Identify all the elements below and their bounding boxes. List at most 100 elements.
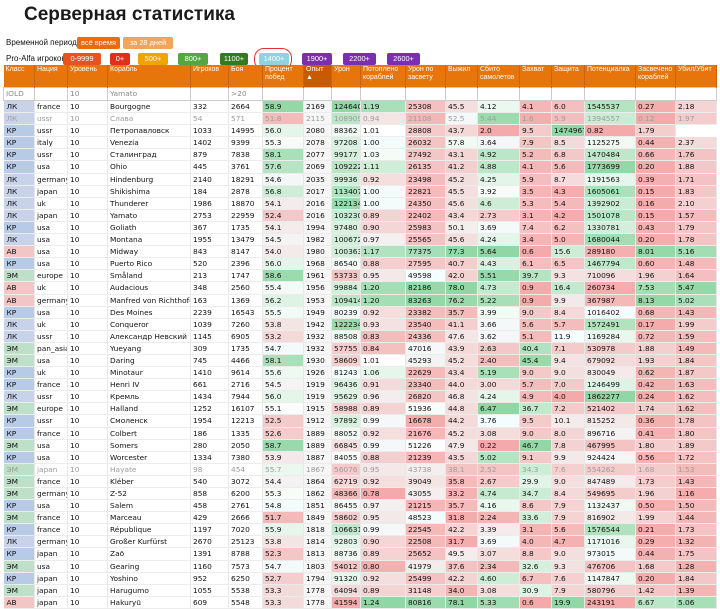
table-row[interactable]: КР france 10 République 1197 7020 55.9 1818 1066… xyxy=(3,523,717,537)
table-row[interactable]: ЭМ usa 10 Somers 280 2050 58.7 1889 66845 0.99 512… xyxy=(3,439,717,452)
table-row[interactable]: КР japan 10 Zaō 1391 8788 52.3 1813 88736 0.89 256… xyxy=(3,547,717,561)
table-row[interactable]: КР japan 10 Yoshino 952 6250 52.7 1794 91320 0.92… xyxy=(3,572,717,585)
table-row[interactable]: ЛК usa 10 Montana 1955 13479 54.5 1982 100672 0.9… xyxy=(3,233,717,247)
column-header[interactable]: Потоплено кораблей xyxy=(360,65,406,88)
period-all-time-button[interactable]: всё время xyxy=(77,37,120,49)
table-cell: 2080 xyxy=(303,124,332,138)
table-row[interactable]: АВ japan 10 Hakuryū 609 5548 53.3 1778 41594 1.24… xyxy=(3,596,717,609)
table-row[interactable]: ЛК ussr 10 Слава 54 571 51.8 2115 108909 0.94 2110… xyxy=(3,112,717,126)
table-row[interactable]: КР uk 10 Minotaur 1410 9614 55.6 1926 81243 1.06 2… xyxy=(3,366,717,380)
column-header[interactable]: Опыт ▲ xyxy=(303,65,332,88)
table-row[interactable]: ЛК ussr 10 Кремль 1434 7944 56.0 1919 95629 0.96 2… xyxy=(3,390,717,404)
table-cell: 52.7 xyxy=(262,572,304,585)
table-row[interactable]: КР usa 10 Goliath 367 1735 54.1 1994 97480 0.90 25… xyxy=(3,221,717,235)
table-row[interactable]: ЭМ usa 10 Gearing 1160 7573 54.7 1803 54012 0.80 4… xyxy=(3,560,717,573)
table-row[interactable]: ЛК france 10 Bourgogne 332 2664 58.9 2169 124640… xyxy=(3,100,717,114)
column-filter-input[interactable] xyxy=(331,87,361,101)
table-row[interactable]: КР ussr 10 Сталинград 879 7838 58.1 2077 99177 1.… xyxy=(3,148,717,162)
table-row[interactable]: ЛК germany 10 Hindenburg 2140 18291 54.6 2035 99… xyxy=(3,173,717,186)
pr-filter-1100-button[interactable]: 1100+ xyxy=(220,53,248,65)
table-row[interactable]: ЛК uk 10 Conqueror 1039 7260 53.8 1942 122234 0.9… xyxy=(3,318,717,331)
table-row[interactable]: КР ussr 10 Смоленск 1954 12213 52.5 1912 97892 0.… xyxy=(3,414,717,428)
table-row[interactable]: КР france 10 Henri IV 661 2716 54.5 1919 96436 0.… xyxy=(3,378,717,392)
table-row[interactable]: КР france 10 Colbert 186 1335 52.6 1889 88052 0.9… xyxy=(3,427,717,440)
table-row[interactable]: ЛК germany 10 Großer Kurfürst 2670 25123 53.8 1… xyxy=(3,535,717,549)
table-cell: КР xyxy=(3,306,35,319)
table-row[interactable]: КР ussr 10 Петропавловск 1033 14995 56.0 2080 88… xyxy=(3,124,717,138)
table-row[interactable]: КР italy 10 Venezia 1402 9399 55.3 2078 97208 1.0… xyxy=(3,136,717,150)
table-row[interactable]: ЛК japan 10 Shikishima 184 2878 56.8 2017 113407… xyxy=(3,185,717,198)
column-filter-input[interactable] xyxy=(303,87,332,101)
table-row[interactable]: АВ uk 10 Audacious 348 2560 55.4 1956 99884 1.20 8… xyxy=(3,281,717,295)
column-filter-input[interactable]: IOLD xyxy=(3,87,35,101)
column-header[interactable]: Захват xyxy=(519,65,552,88)
pr-filter-1900-button[interactable]: 1900+ xyxy=(302,53,332,65)
table-row[interactable]: ЭМ europe 10 Småland 213 1747 58.6 1961 53733 0.9… xyxy=(3,269,717,283)
column-filter-input[interactable] xyxy=(584,87,636,101)
table-row[interactable]: ЛК ussr 10 Александр Невский 1145 6905 53.2 193… xyxy=(3,330,717,343)
pr-filter-800-button[interactable]: 800+ xyxy=(178,53,208,65)
column-header[interactable]: Убил/Убит xyxy=(675,65,717,88)
table-row[interactable]: ЭМ pan_asia 10 Yueyang 309 1735 54.7 1932 57755 0… xyxy=(3,342,717,355)
table-row[interactable]: ЭМ usa 10 Daring 745 4466 58.1 1930 58609 1.01 452… xyxy=(3,354,717,368)
table-row[interactable]: КР usa 10 Ohio 445 3761 57.6 2069 109222 1.11 2613… xyxy=(3,160,717,174)
table-row[interactable]: АВ germany 10 Manfred von Richthofen 163 1369… xyxy=(3,294,717,307)
table-row[interactable]: КР usa 10 Worcester 1334 7380 53.9 1887 84055 0.8… xyxy=(3,451,717,464)
table-row[interactable]: ЛК japan 10 Yamato 2753 22959 52.4 2016 103230 0.… xyxy=(3,209,717,222)
column-filter-input[interactable]: >20 xyxy=(228,87,263,101)
table-row[interactable]: КР usa 10 Puerto Rico 520 2396 56.0 1968 86540 0.… xyxy=(3,257,717,271)
column-filter-input[interactable] xyxy=(635,87,676,101)
table-cell: 64094 xyxy=(331,584,361,597)
column-header[interactable]: Сбито самолетов xyxy=(477,65,520,88)
column-header[interactable]: Корабль xyxy=(107,65,191,88)
column-header[interactable]: Класс xyxy=(3,65,35,88)
table-row[interactable]: АВ usa 10 Midway 843 8147 54.0 1980 100363 1.17 77… xyxy=(3,245,717,259)
column-header[interactable]: Урон xyxy=(331,65,361,88)
table-row[interactable]: ЭМ japan 10 Hayate 98 454 55.7 1867 56076 0.95 437… xyxy=(3,463,717,476)
table-cell: КР xyxy=(3,378,35,392)
table-cell: 4.24 xyxy=(477,233,520,247)
pr-filter-2600-button[interactable]: 2600+ xyxy=(387,53,420,65)
column-filter-input[interactable]: Yamato xyxy=(107,87,191,101)
column-header[interactable]: Засвечено кораблей xyxy=(635,65,676,88)
column-filter-input[interactable]: 10 xyxy=(67,87,108,101)
column-filter-input[interactable] xyxy=(445,87,478,101)
pr-filter-0-9999-button[interactable]: 0-9999 xyxy=(63,53,101,65)
table-row[interactable]: ЭМ japan 10 Harugumo 1055 5538 53.3 1778 64094 0.… xyxy=(3,584,717,597)
table-cell: 26135 xyxy=(405,160,446,174)
column-header[interactable]: Боя xyxy=(228,65,263,88)
column-filter-input[interactable] xyxy=(190,87,229,101)
column-filter-input[interactable] xyxy=(34,87,68,101)
table-cell: 9.9 xyxy=(551,294,585,307)
column-header[interactable]: Игроков xyxy=(190,65,229,88)
column-filter-input[interactable] xyxy=(262,87,304,101)
column-header[interactable]: Урон по засвету xyxy=(405,65,446,88)
column-filter-input[interactable] xyxy=(675,87,717,101)
column-header[interactable]: Уровень xyxy=(67,65,108,88)
column-filter-input[interactable] xyxy=(360,87,406,101)
period-28-days-button[interactable]: за 28 дней xyxy=(123,37,173,49)
column-header[interactable]: Потенциалка xyxy=(584,65,636,88)
table-row[interactable]: ЭМ france 10 Kléber 540 3072 54.4 1864 62719 0.92… xyxy=(3,475,717,489)
table-row[interactable]: ЛК uk 10 Thunderer 1986 18870 54.1 2016 122134 1.… xyxy=(3,197,717,210)
table-cell: 7.0 xyxy=(551,378,585,392)
column-filter-input[interactable] xyxy=(477,87,520,101)
column-header[interactable]: Нация xyxy=(34,65,68,88)
table-cell: 6.1 xyxy=(519,257,552,271)
column-header[interactable]: Защита xyxy=(551,65,585,88)
table-row[interactable]: КР usa 10 Des Moines 2239 16543 55.5 1949 80239 0… xyxy=(3,306,717,319)
column-header[interactable]: Процент побед xyxy=(262,65,304,88)
table-row[interactable]: ЭМ europe 10 Halland 1252 16107 55.1 1915 58988 0… xyxy=(3,402,717,416)
pr-filter-2200-button[interactable]: 2200+ xyxy=(343,53,376,65)
column-filter-input[interactable] xyxy=(405,87,446,101)
pr-filter-0-button[interactable]: 0+ xyxy=(110,53,130,65)
table-cell: 18870 xyxy=(228,197,263,210)
column-header[interactable]: Выжил xyxy=(445,65,478,88)
column-filter-input[interactable] xyxy=(551,87,585,101)
table-row[interactable]: ЭМ germany 10 Z-52 858 6200 55.3 1862 48366 0.78 4… xyxy=(3,487,717,501)
table-row[interactable]: КР usa 10 Salem 458 2761 54.8 1851 86455 0.97 2121… xyxy=(3,499,717,513)
pr-filter-500-button[interactable]: 500+ xyxy=(138,53,168,65)
table-cell: 10 xyxy=(67,173,108,186)
column-filter-input[interactable] xyxy=(519,87,552,101)
table-row[interactable]: ЭМ france 10 Marceau 429 2666 51.7 1849 58602 0.9… xyxy=(3,511,717,525)
